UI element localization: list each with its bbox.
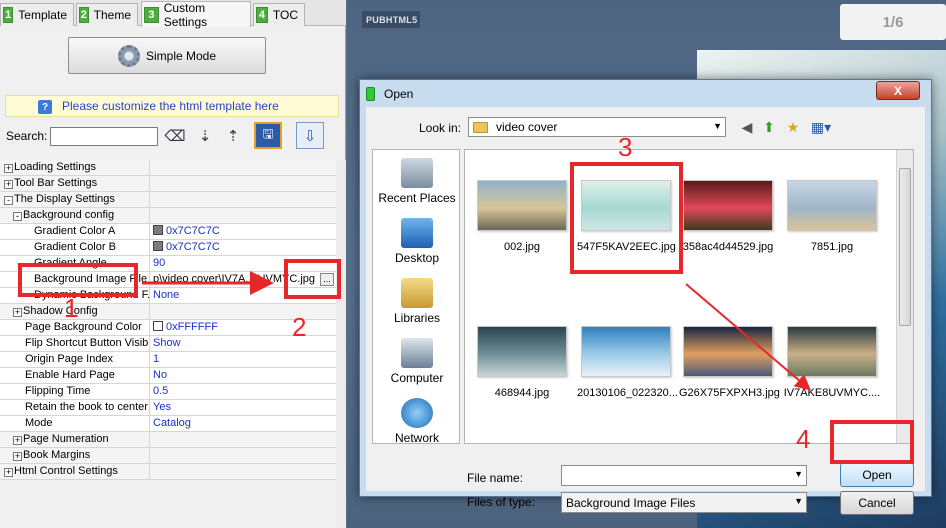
annotation-arrows [142, 271, 812, 391]
arrow-3-to-4 [685, 283, 812, 391]
